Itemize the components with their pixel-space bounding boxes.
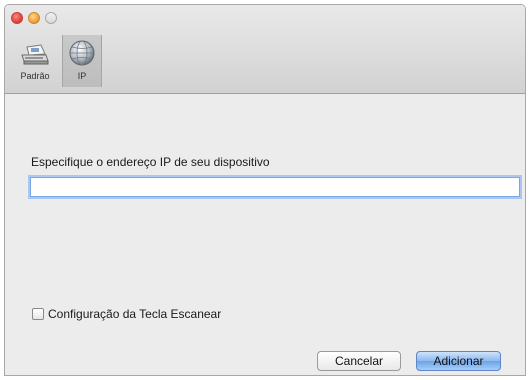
- ip-address-label: Especifique o endereço IP de seu disposi…: [31, 155, 270, 169]
- minimize-window-button[interactable]: [28, 12, 40, 24]
- tab-ip[interactable]: IP: [62, 35, 102, 87]
- tab-ip-label: IP: [77, 71, 87, 81]
- window-controls: [11, 12, 57, 24]
- scan-key-setting[interactable]: Configuração da Tecla Escanear: [32, 307, 221, 321]
- toolbar: Padrão IP: [5, 5, 525, 94]
- network-globe-icon: [69, 40, 95, 66]
- scan-key-label[interactable]: Configuração da Tecla Escanear: [48, 307, 221, 321]
- close-window-button[interactable]: [11, 12, 23, 24]
- add-button[interactable]: Adicionar: [416, 351, 501, 371]
- dialog-window: Padrão IP Especifique o endereço IP de s…: [4, 4, 526, 376]
- zoom-window-button[interactable]: [45, 12, 57, 24]
- tab-padrao-label: Padrão: [20, 71, 50, 81]
- tab-padrao[interactable]: Padrão: [8, 35, 62, 87]
- scanner-icon: [21, 44, 49, 65]
- content-area: Especifique o endereço IP de seu disposi…: [5, 94, 525, 375]
- ip-address-input[interactable]: [30, 177, 520, 197]
- toolbar-tabs: Padrão IP: [8, 35, 102, 87]
- cancel-button[interactable]: Cancelar: [317, 351, 401, 371]
- scan-key-checkbox[interactable]: [32, 308, 44, 320]
